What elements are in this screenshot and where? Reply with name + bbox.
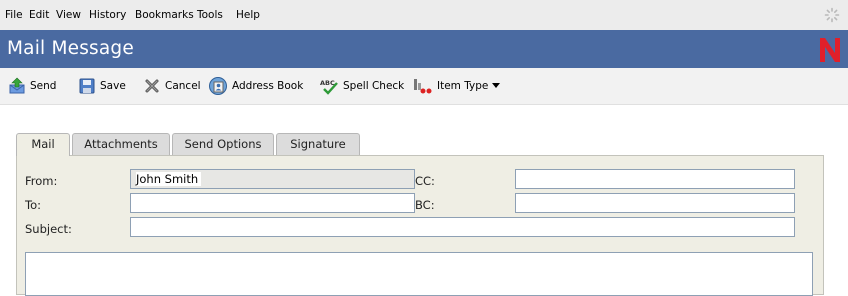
bc-field[interactable] [515, 193, 795, 213]
message-body-textarea[interactable] [25, 252, 813, 296]
from-field: John Smith [130, 169, 415, 189]
tab-send-options[interactable]: Send Options [172, 133, 274, 155]
send-icon [9, 77, 25, 94]
menu-bar: File Edit View History Bookmarks Tools H… [0, 0, 848, 30]
page-title: Mail Message [7, 38, 134, 59]
svg-text:ABC: ABC [320, 79, 335, 87]
toolbar: Send Save Cancel Address Book ABC Spell … [0, 68, 848, 105]
mail-form-panel: From: John Smith CC: To: BC: Subject: [16, 155, 824, 296]
spell-check-icon: ABC [320, 79, 338, 95]
tab-mail[interactable]: Mail [16, 133, 70, 156]
address-book-button[interactable]: Address Book [208, 68, 303, 104]
spell-check-button[interactable]: ABC Spell Check [319, 68, 404, 104]
to-field[interactable] [130, 193, 415, 213]
menu-help[interactable]: Help [236, 9, 260, 21]
send-button[interactable]: Send [8, 68, 56, 104]
title-bar: Mail Message [0, 30, 848, 68]
subject-label: Subject: [25, 222, 72, 236]
menu-tools[interactable]: Tools [197, 9, 223, 21]
tab-attachments[interactable]: Attachments [72, 133, 170, 155]
menu-history[interactable]: History [89, 9, 126, 21]
item-type-label: Item Type [437, 80, 489, 92]
cancel-x-icon [145, 79, 159, 93]
menu-view[interactable]: View [56, 9, 81, 21]
cancel-button[interactable]: Cancel [143, 68, 201, 104]
spell-check-label: Spell Check [343, 80, 405, 92]
menu-edit[interactable]: Edit [29, 9, 49, 21]
from-label: From: [25, 174, 58, 188]
save-label: Save [100, 80, 126, 92]
dropdown-arrow-icon [492, 83, 501, 88]
menu-file[interactable]: File [5, 9, 23, 21]
loading-throbber-icon [824, 7, 840, 23]
to-label: To: [25, 198, 41, 212]
from-value: John Smith [136, 172, 202, 186]
save-button[interactable]: Save [78, 68, 126, 104]
item-type-icon [414, 79, 432, 94]
tab-signature[interactable]: Signature [276, 133, 360, 155]
menu-bookmarks[interactable]: Bookmarks [135, 9, 194, 21]
cc-field[interactable] [515, 169, 795, 189]
novell-logo-icon [820, 38, 840, 62]
address-book-icon [209, 77, 227, 95]
item-type-button[interactable]: Item Type [411, 68, 501, 104]
subject-field[interactable] [130, 217, 795, 237]
message-content: Mail Attachments Send Options Signature … [0, 105, 848, 296]
address-book-label: Address Book [232, 80, 304, 92]
send-label: Send [30, 80, 57, 92]
bc-label: BC: [415, 198, 435, 212]
cc-label: CC: [415, 174, 435, 188]
cancel-label: Cancel [165, 80, 201, 92]
save-disk-icon [79, 78, 95, 94]
